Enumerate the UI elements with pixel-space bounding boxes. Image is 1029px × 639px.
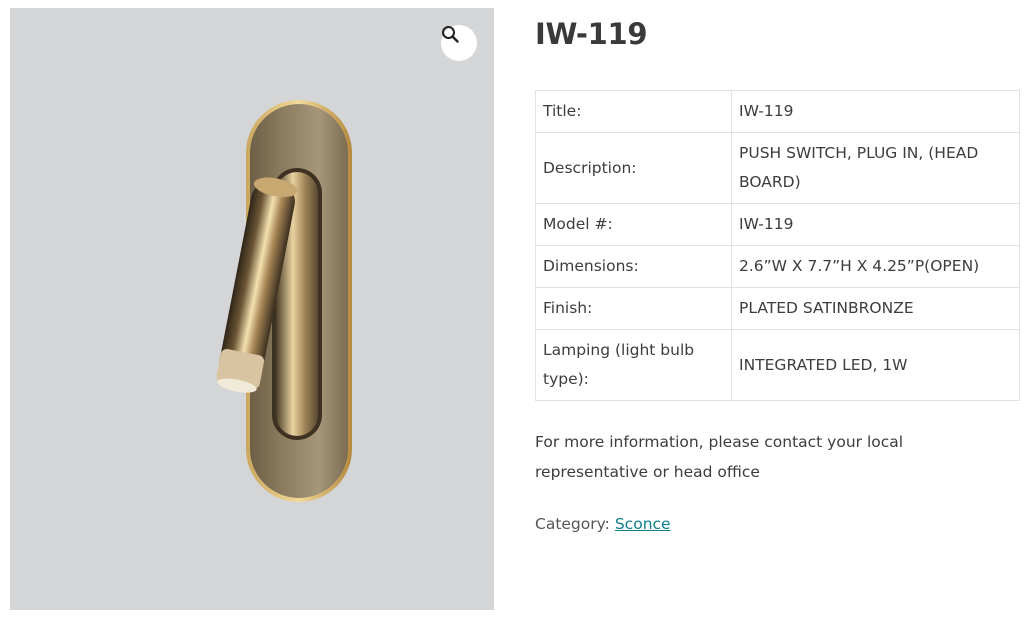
attribute-value: PUSH SWITCH, PLUG IN, (HEAD BOARD) <box>731 132 1020 204</box>
magnifier-icon <box>442 26 459 43</box>
attribute-value: IW-119 <box>731 90 1020 133</box>
attribute-label: Model #: <box>535 203 732 246</box>
product-image[interactable] <box>10 8 494 610</box>
sconce-illustration <box>216 100 352 502</box>
contact-note: For more information, please contact you… <box>535 433 904 481</box>
table-row: Model #: IW-119 <box>535 203 1020 246</box>
attribute-value: INTEGRATED LED, 1W <box>731 329 1020 401</box>
table-row: Finish: PLATED SATINBRONZE <box>535 287 1020 330</box>
table-row: Dimensions: 2.6”W X 7.7”H X 4.25”P(OPEN) <box>535 245 1020 288</box>
attribute-value: IW-119 <box>731 203 1020 246</box>
table-row: Lamping (light bulb type): INTEGRATED LE… <box>535 329 1020 401</box>
attribute-label: Lamping (light bulb type): <box>535 329 732 401</box>
table-row: Title: IW-119 <box>535 90 1020 133</box>
zoom-button[interactable] <box>441 25 477 61</box>
product-page: IW-119 Title: IW-119 Description: PUSH S… <box>0 0 1029 639</box>
category-link-sconce[interactable]: Sconce <box>615 515 671 533</box>
attribute-label: Finish: <box>535 287 732 330</box>
attribute-label: Dimensions: <box>535 245 732 288</box>
product-summary: IW-119 Title: IW-119 Description: PUSH S… <box>535 14 1020 536</box>
attribute-label: Title: <box>535 90 732 133</box>
attribute-value: 2.6”W X 7.7”H X 4.25”P(OPEN) <box>731 245 1020 288</box>
category-label: Category: <box>535 515 610 533</box>
attribute-value: PLATED SATINBRONZE <box>731 287 1020 330</box>
attribute-label: Description: <box>535 132 732 204</box>
product-category: Category: Sconce <box>535 512 1020 536</box>
product-attributes-table: Title: IW-119 Description: PUSH SWITCH, … <box>535 90 1020 401</box>
table-row: Description: PUSH SWITCH, PLUG IN, (HEAD… <box>535 132 1020 204</box>
product-title: IW-119 <box>535 17 648 51</box>
